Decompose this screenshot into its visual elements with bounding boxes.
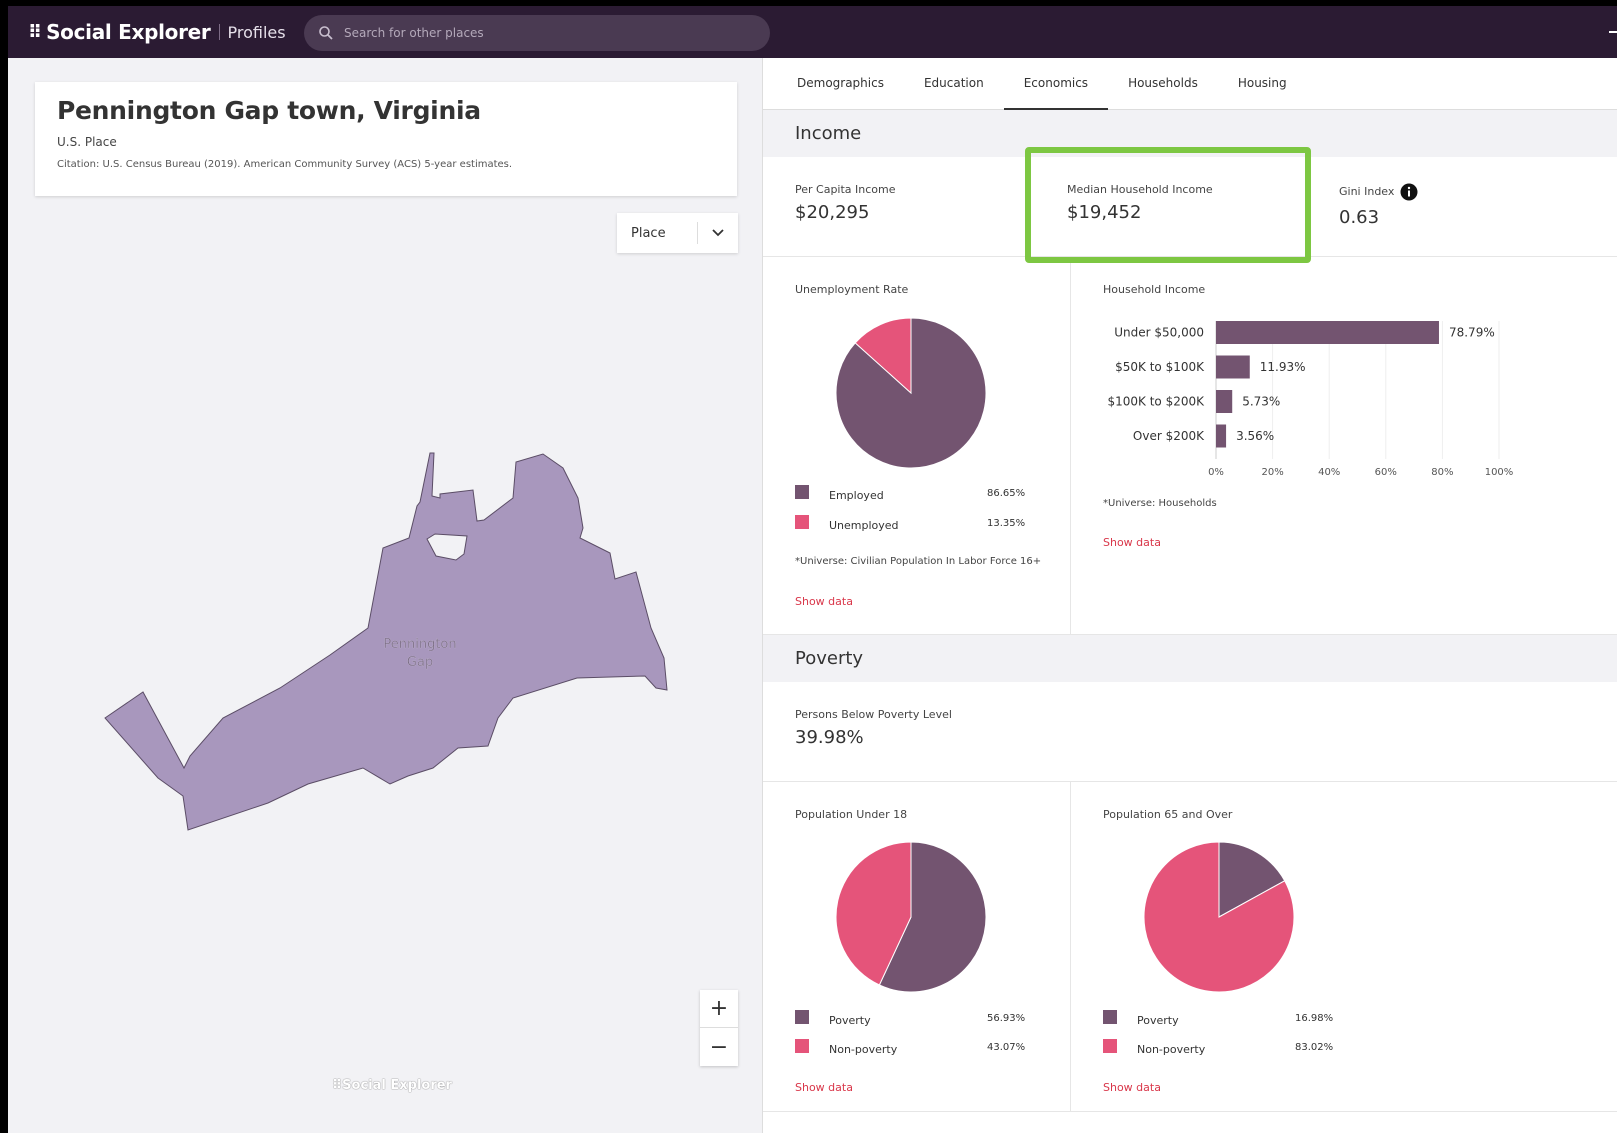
bar-value-label: 11.93%: [1260, 360, 1306, 374]
legend-swatch-poverty: [1103, 1010, 1117, 1024]
zoom-controls: + −: [700, 990, 738, 1066]
brand-dots-icon: ⠿: [28, 21, 42, 43]
x-tick-label: 0%: [1208, 467, 1224, 478]
legend-swatch-non-poverty: [795, 1039, 809, 1053]
gini-index-value: 0.63: [1339, 207, 1380, 228]
median-income-highlight-box: [1025, 147, 1311, 263]
unemployment-pie-chart[interactable]: [763, 257, 1063, 487]
chevron-down-icon[interactable]: [698, 229, 738, 237]
place-type: U.S. Place: [57, 135, 117, 149]
unemployment-show-data-link[interactable]: Show data: [795, 595, 853, 608]
category-tabs: Demographics Education Economics Househo…: [763, 58, 1617, 110]
tab-demographics[interactable]: Demographics: [777, 58, 904, 110]
brand-separator: [218, 24, 220, 40]
zoom-in-button[interactable]: +: [700, 990, 738, 1028]
per-capita-income-label: Per Capita Income: [795, 183, 896, 196]
map-place-label-line2: Gap: [407, 655, 433, 670]
legend-swatch-non-poverty: [1103, 1039, 1117, 1053]
search-input[interactable]: [344, 26, 724, 40]
legend-label-employed: Employed: [829, 489, 884, 502]
bar[interactable]: [1216, 424, 1227, 448]
search-bar[interactable]: [304, 15, 770, 51]
legend-label-unemployed: Unemployed: [829, 519, 899, 532]
poverty-kpi-row: Persons Below Poverty Level 39.98%: [763, 682, 1617, 782]
map-panel: Pennington Gap Pennington Gap town, Virg…: [8, 58, 762, 1133]
page-title: Pennington Gap town, Virginia: [57, 96, 481, 125]
per-capita-income-value: $20,295: [795, 202, 870, 223]
app-window: ⠿ Social Explorer Profiles Pennington Ga…: [8, 6, 1617, 1133]
bar-category-label: Under $50,000: [1114, 326, 1204, 340]
profile-panel: Demographics Education Economics Househo…: [762, 58, 1617, 1133]
tab-economics[interactable]: Economics: [1003, 58, 1109, 110]
legend-value-unemployed: 13.35%: [987, 518, 1026, 529]
tab-households[interactable]: Households: [1108, 58, 1218, 110]
legend-label-non-poverty: Non-poverty: [829, 1043, 898, 1056]
menu-icon[interactable]: [1609, 24, 1617, 40]
per-capita-income-kpi: Per Capita Income $20,295: [795, 183, 896, 223]
bar-value-label: 3.56%: [1236, 429, 1274, 443]
gini-index-label: Gini Index: [1339, 185, 1395, 198]
brand-logo[interactable]: ⠿ Social Explorer Profiles: [28, 20, 286, 44]
tab-housing[interactable]: Housing: [1218, 58, 1307, 110]
poverty-charts-row: Population Under 18 Poverty 56.93% Non-p…: [763, 782, 1617, 1112]
bar[interactable]: [1216, 321, 1439, 344]
bar[interactable]: [1216, 355, 1250, 379]
household-income-chart-title: Household Income: [1103, 283, 1206, 296]
map-watermark-logo: ⠿Social Explorer: [332, 1078, 452, 1093]
tab-education[interactable]: Education: [904, 58, 1004, 110]
legend-swatch-unemployed: [795, 515, 809, 529]
x-tick-label: 80%: [1431, 467, 1453, 478]
persons-below-poverty-label: Persons Below Poverty Level: [795, 708, 952, 721]
household-income-show-data-link[interactable]: Show data: [1103, 536, 1161, 549]
legend-value-non-poverty: 83.02%: [1295, 1042, 1334, 1053]
unemployment-universe-note: *Universe: Civilian Population In Labor …: [795, 556, 1042, 567]
legend-value-poverty: 56.93%: [987, 1013, 1026, 1024]
map-place-label-line1: Pennington: [383, 637, 456, 652]
bar-value-label: 5.73%: [1242, 395, 1280, 409]
under-18-show-data-link[interactable]: Show data: [795, 1081, 853, 1094]
top-navigation-bar: ⠿ Social Explorer Profiles: [8, 6, 1617, 58]
bar-value-label: 78.79%: [1449, 326, 1495, 340]
geography-type-value: Place: [631, 225, 666, 241]
place-title-card: Pennington Gap town, Virginia U.S. Place…: [35, 82, 737, 196]
x-tick-label: 40%: [1318, 467, 1340, 478]
income-charts-row: Unemployment Rate Employed 86.65% Unempl…: [763, 257, 1617, 635]
65-and-over-pie-chart[interactable]: [763, 782, 1323, 1012]
search-icon: [319, 26, 333, 40]
bar-category-label: $50K to $100K: [1115, 360, 1205, 374]
info-icon[interactable]: [1400, 183, 1418, 201]
brand-name: Social Explorer: [46, 20, 211, 44]
persons-below-poverty-value: 39.98%: [795, 727, 864, 748]
gini-index-kpi: Gini Index 0.63: [1339, 183, 1418, 228]
x-tick-label: 60%: [1375, 467, 1397, 478]
65-and-over-show-data-link[interactable]: Show data: [1103, 1081, 1161, 1094]
bar-category-label: Over $200K: [1133, 429, 1205, 443]
legend-value-poverty: 16.98%: [1295, 1013, 1334, 1024]
legend-label-poverty: Poverty: [829, 1014, 871, 1027]
x-tick-label: 20%: [1261, 467, 1283, 478]
legend-value-employed: 86.65%: [987, 488, 1026, 499]
gini-index-label-row: Gini Index: [1339, 183, 1418, 201]
bar-category-label: $100K to $200K: [1108, 395, 1206, 409]
zoom-out-button[interactable]: −: [700, 1028, 738, 1066]
legend-label-poverty: Poverty: [1137, 1014, 1179, 1027]
poverty-section-header: Poverty: [763, 635, 1617, 682]
household-income-bar-chart[interactable]: 0% 20% 40% 60% 80% 100% Under $50,000 78.79% $50…: [1093, 305, 1513, 485]
persons-below-poverty-kpi: Persons Below Poverty Level 39.98%: [795, 708, 952, 748]
citation-text: Citation: U.S. Census Bureau (2019). Ame…: [57, 159, 513, 170]
legend-label-non-poverty: Non-poverty: [1137, 1043, 1206, 1056]
brand-subtitle: Profiles: [227, 22, 286, 42]
bar[interactable]: [1216, 390, 1233, 413]
geography-type-dropdown[interactable]: Place: [617, 213, 738, 253]
legend-swatch-poverty: [795, 1010, 809, 1024]
legend-value-non-poverty: 43.07%: [987, 1042, 1026, 1053]
x-tick-label: 100%: [1485, 467, 1513, 478]
legend-swatch-employed: [795, 485, 809, 499]
column-divider: [1070, 257, 1071, 634]
household-income-universe-note: *Universe: Households: [1103, 498, 1217, 509]
